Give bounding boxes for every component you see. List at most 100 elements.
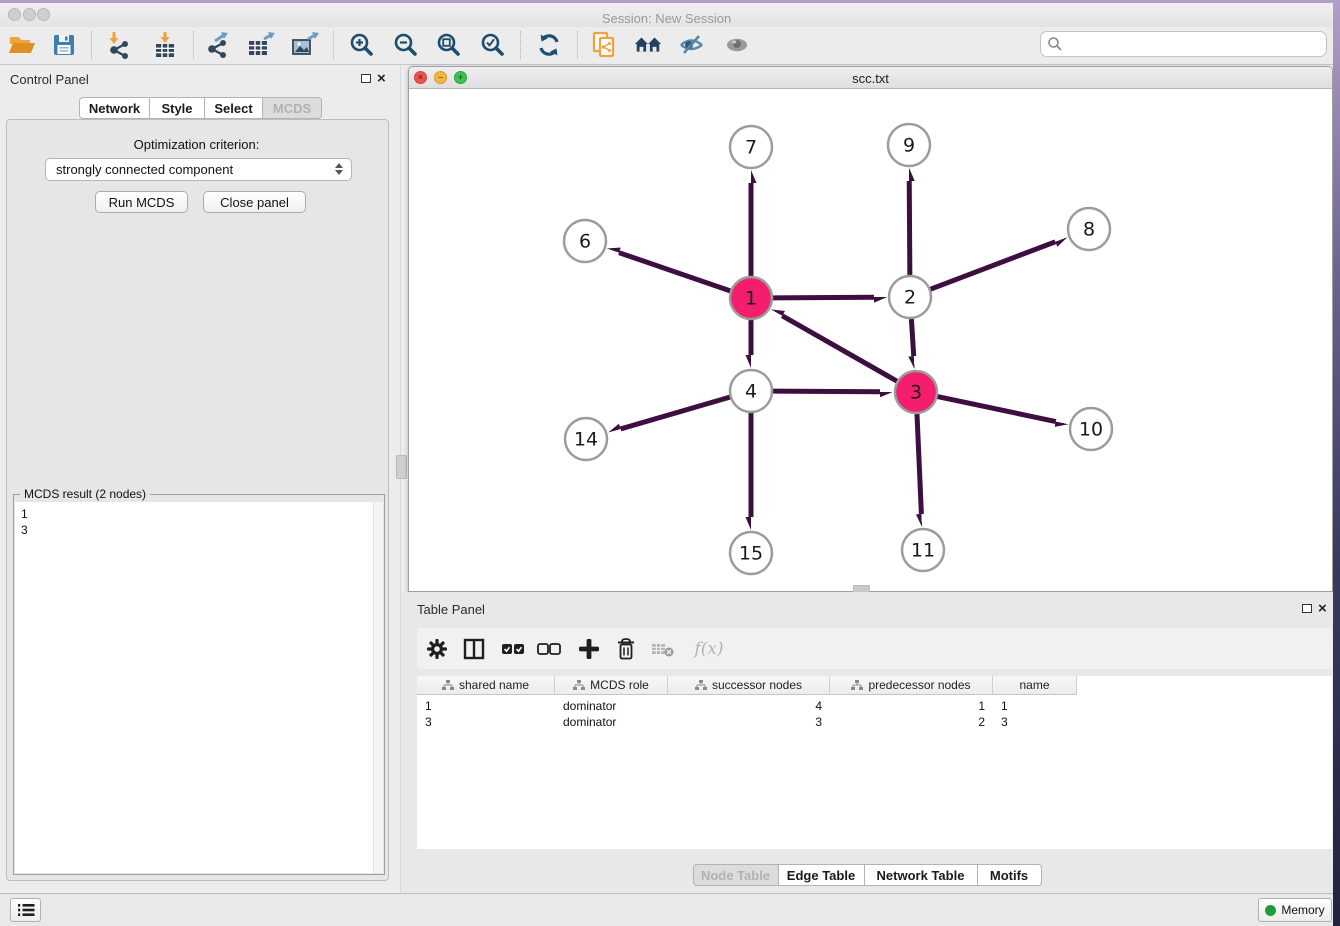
graph-node-9[interactable]: 9 — [888, 124, 930, 166]
graph-node-3[interactable]: 3 — [895, 371, 937, 413]
main-titlebar[interactable]: Session: New Session — [0, 3, 1333, 27]
graph-node-1[interactable]: 1 — [730, 277, 772, 319]
graph-edge-4-3[interactable] — [773, 391, 880, 392]
criterion-dropdown[interactable]: strongly connected component — [45, 158, 352, 181]
zoom-in-icon[interactable] — [347, 30, 377, 60]
graph-node-8[interactable]: 8 — [1068, 208, 1110, 250]
table-cell[interactable]: 4 — [668, 698, 830, 714]
graph-node-14[interactable]: 14 — [565, 418, 607, 460]
column-header-successor-nodes[interactable]: successor nodes — [668, 676, 830, 695]
search-input[interactable] — [1063, 36, 1326, 53]
table-options-icon[interactable] — [422, 634, 452, 664]
graph-edge-3-1[interactable] — [782, 316, 897, 381]
toolbar-separator — [333, 31, 335, 59]
panel-divider-grip[interactable] — [396, 455, 407, 479]
clone-network-icon[interactable] — [589, 30, 619, 60]
table-row[interactable]: 3dominator323 — [417, 714, 1077, 730]
svg-text:2: 2 — [904, 287, 916, 309]
table-close-icon[interactable]: × — [1318, 603, 1327, 615]
tab-mcds[interactable]: MCDS — [263, 97, 322, 119]
run-mcds-button[interactable]: Run MCDS — [95, 191, 188, 213]
tab-edge-table[interactable]: Edge Table — [779, 864, 865, 886]
column-tree-icon — [695, 680, 707, 691]
tab-network[interactable]: Network — [79, 97, 150, 119]
deselect-all-icon[interactable] — [534, 634, 564, 664]
memory-button[interactable]: Memory — [1258, 898, 1332, 922]
function-builder-icon-disabled: f(x) — [689, 634, 729, 664]
show-hidden-icon[interactable] — [722, 30, 752, 60]
table-cell[interactable]: dominator — [555, 714, 668, 730]
network-window-title: scc.txt — [409, 71, 1332, 86]
table-cell[interactable]: 1 — [993, 698, 1077, 714]
tab-style[interactable]: Style — [150, 97, 205, 119]
zoom-fit-icon[interactable] — [434, 30, 464, 60]
result-scrollbar[interactable] — [373, 502, 383, 873]
export-network-icon[interactable] — [203, 30, 233, 60]
close-panel-button[interactable]: Close panel — [203, 191, 306, 213]
graph-node-2[interactable]: 2 — [889, 276, 931, 318]
column-header-label: name — [1019, 678, 1049, 692]
import-table-icon[interactable] — [150, 30, 180, 60]
table-cell[interactable]: 3 — [417, 714, 555, 730]
table-cell[interactable]: 3 — [668, 714, 830, 730]
graph-node-4[interactable]: 4 — [730, 370, 772, 412]
graph-edge-4-14[interactable] — [621, 397, 730, 429]
add-row-icon[interactable] — [574, 634, 604, 664]
table-float-icon[interactable] — [1302, 604, 1312, 613]
column-header-label: shared name — [459, 678, 529, 692]
svg-text:4: 4 — [745, 381, 757, 403]
graph-edge-1-2[interactable] — [773, 297, 874, 298]
graph-edge-2-9[interactable] — [909, 181, 910, 275]
export-table-icon[interactable] — [246, 30, 276, 60]
graph-edge-2-8[interactable] — [931, 242, 1056, 289]
table-row[interactable]: 1dominator411 — [417, 698, 1077, 714]
svg-text:10: 10 — [1079, 419, 1103, 441]
graph-edge-3-11[interactable] — [917, 414, 921, 514]
open-session-icon[interactable] — [7, 30, 37, 60]
hide-selected-icon[interactable] — [677, 30, 707, 60]
graph-edge-3-10[interactable] — [938, 397, 1056, 422]
graph-edge-2-3[interactable] — [911, 319, 913, 356]
save-session-icon[interactable] — [49, 30, 79, 60]
network-graph-canvas[interactable]: 7 9 6 8 1 2 4 3 14 10 15 11 — [409, 89, 1332, 591]
graph-node-10[interactable]: 10 — [1070, 408, 1112, 450]
graph-edge-1-6[interactable] — [619, 253, 730, 291]
table-toolbar: f(x) — [417, 628, 1332, 669]
graph-node-6[interactable]: 6 — [564, 220, 606, 262]
select-all-icon[interactable] — [498, 634, 528, 664]
table-cell[interactable]: 2 — [830, 714, 993, 730]
float-panel-icon[interactable] — [361, 74, 371, 83]
export-image-icon[interactable] — [290, 30, 320, 60]
tab-motifs[interactable]: Motifs — [978, 864, 1042, 886]
show-columns-icon[interactable] — [459, 634, 489, 664]
column-header-MCDS-role[interactable]: MCDS role — [555, 676, 668, 695]
table-cell[interactable]: 1 — [830, 698, 993, 714]
tab-node-table[interactable]: Node Table — [693, 864, 779, 886]
table-cell[interactable]: dominator — [555, 698, 668, 714]
column-header-shared-name[interactable]: shared name — [417, 676, 555, 695]
column-tree-icon — [851, 680, 863, 691]
application-window: Session: New Session — [0, 0, 1340, 926]
zoom-out-icon[interactable] — [391, 30, 421, 60]
network-view-window[interactable]: × – + scc.txt 7 9 6 8 1 2 4 3 14 10 15 11 — [408, 66, 1333, 592]
table-cell[interactable]: 1 — [417, 698, 555, 714]
show-all-networks-icon[interactable] — [633, 30, 663, 60]
tab-select[interactable]: Select — [205, 97, 263, 119]
column-header-predecessor-nodes[interactable]: predecessor nodes — [830, 676, 993, 695]
zoom-selected-icon[interactable] — [478, 30, 508, 60]
close-panel-icon[interactable]: × — [377, 73, 386, 85]
search-field[interactable] — [1040, 31, 1327, 57]
delete-row-icon[interactable] — [611, 634, 641, 664]
apply-layout-icon[interactable] — [534, 30, 564, 60]
graph-node-11[interactable]: 11 — [902, 529, 944, 571]
column-header-name[interactable]: name — [993, 676, 1077, 695]
task-history-button[interactable] — [10, 898, 41, 922]
table-cell[interactable]: 3 — [993, 714, 1077, 730]
graph-node-15[interactable]: 15 — [730, 532, 772, 574]
node-table[interactable]: shared name MCDS rolesuccessor nodesprede… — [417, 676, 1332, 849]
import-network-icon[interactable] — [104, 30, 134, 60]
network-window-titlebar[interactable]: × – + scc.txt — [409, 67, 1332, 89]
graph-node-7[interactable]: 7 — [730, 126, 772, 168]
mcds-result-text[interactable]: 1 3 — [15, 502, 383, 873]
tab-network-table[interactable]: Network Table — [865, 864, 978, 886]
